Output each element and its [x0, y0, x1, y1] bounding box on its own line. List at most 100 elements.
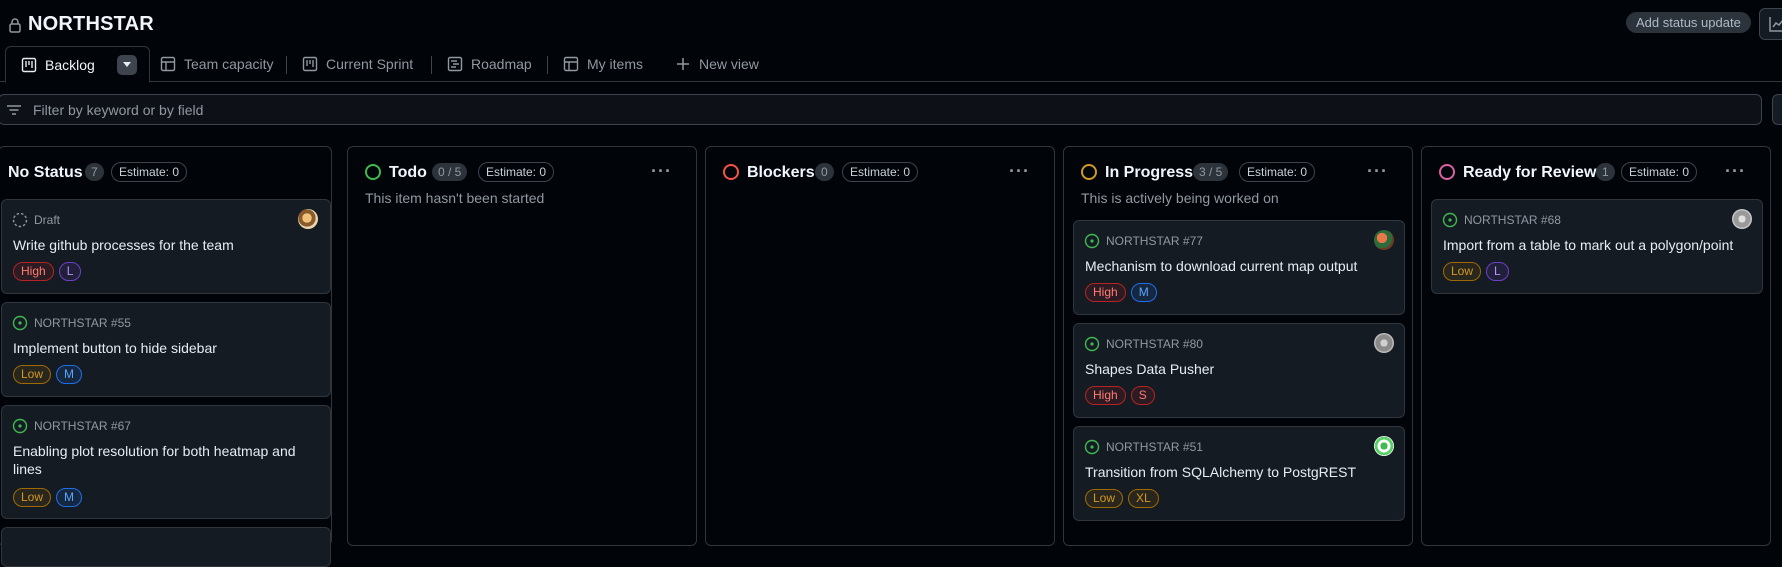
card[interactable]: NORTHSTAR #77 Mechanism to download curr… — [1073, 220, 1405, 315]
board-icon — [302, 56, 318, 72]
column-count: 0 — [815, 163, 834, 181]
assignee-avatar[interactable] — [1374, 436, 1394, 456]
card-title[interactable]: Implement button to hide sidebar — [13, 339, 217, 357]
column-menu-button[interactable]: ··· — [651, 161, 672, 182]
card-tags: Low M — [13, 365, 83, 384]
size-label[interactable]: XL — [1128, 489, 1159, 508]
column-description: This item hasn't been started — [365, 190, 545, 206]
plus-icon — [677, 58, 689, 70]
card-title[interactable]: Write github processes for the team — [13, 236, 234, 254]
column-no-status: No Status 7 Estimate: 0 Draft Write gith… — [0, 146, 332, 567]
card-title[interactable]: Import from a table to mark out a polygo… — [1443, 236, 1733, 254]
priority-label[interactable]: High — [13, 262, 54, 281]
card[interactable]: NORTHSTAR #68 Import from a table to mar… — [1431, 199, 1763, 294]
size-label[interactable]: M — [56, 488, 83, 507]
card[interactable]: NORTHSTAR #80 Shapes Data Pusher High S — [1073, 323, 1405, 418]
draft-icon — [12, 212, 28, 228]
column-estimate: Estimate: 0 — [478, 162, 555, 182]
roadmap-icon — [447, 56, 463, 72]
card-meta-text: NORTHSTAR #68 — [1464, 213, 1561, 227]
filter-input[interactable]: Filter by keyword or by field — [0, 94, 1762, 125]
card-title[interactable]: Mechanism to download current map output — [1085, 257, 1357, 275]
open-issue-icon — [12, 315, 28, 331]
card[interactable]: NORTHSTAR #51 Transition from SQLAlchemy… — [1073, 426, 1405, 521]
priority-label[interactable]: High — [1085, 283, 1126, 302]
priority-label[interactable]: Low — [13, 488, 52, 507]
column-estimate: Estimate: 0 — [1239, 162, 1316, 182]
size-label[interactable]: S — [1130, 386, 1155, 405]
assignee-avatar[interactable] — [1374, 230, 1394, 250]
tab-label: Backlog — [45, 56, 95, 73]
column-estimate: Estimate: 0 — [1621, 162, 1698, 182]
card[interactable]: NORTHSTAR #55 Implement button to hide s… — [1, 302, 331, 397]
assignee-avatar[interactable] — [1374, 333, 1394, 353]
card-meta: NORTHSTAR #55 — [12, 315, 131, 331]
card-title[interactable]: Shapes Data Pusher — [1085, 360, 1214, 378]
card-meta-text: Draft — [34, 213, 61, 227]
tab-backlog[interactable]: Backlog — [5, 46, 150, 83]
tab-divider — [431, 56, 432, 74]
priority-label[interactable]: Low — [13, 365, 52, 384]
card-tags: High L — [13, 262, 82, 281]
filter-options-button[interactable] — [1772, 94, 1782, 125]
column-title: Todo — [389, 164, 427, 181]
priority-label[interactable]: High — [1085, 386, 1126, 405]
insights-button[interactable] — [1759, 8, 1782, 40]
size-label[interactable]: M — [56, 365, 83, 384]
column-menu-button[interactable]: ··· — [1367, 161, 1388, 182]
new-view-button[interactable]: New view — [675, 46, 759, 82]
board-icon — [21, 57, 37, 72]
add-status-update-button[interactable]: Add status update — [1626, 12, 1751, 33]
card-meta: NORTHSTAR #80 — [1084, 336, 1203, 352]
status-circle-icon — [365, 164, 381, 180]
card[interactable]: NORTHSTAR #67 Enabling plot resolution f… — [1, 405, 331, 519]
card-meta-text: NORTHSTAR #67 — [34, 419, 131, 433]
tab-current-sprint[interactable]: Current Sprint — [302, 46, 413, 82]
card-meta: NORTHSTAR #68 — [1442, 212, 1561, 228]
tab-my-items[interactable]: My items — [563, 46, 643, 82]
assignee-avatar[interactable] — [1732, 209, 1752, 229]
tab-options-button[interactable] — [116, 54, 137, 75]
table-icon — [563, 56, 579, 72]
size-label[interactable]: L — [1486, 262, 1509, 281]
tab-divider — [547, 56, 548, 74]
top-bar: NORTHSTAR Add status update — [0, 0, 1782, 46]
column-estimate: Estimate: 0 — [842, 162, 919, 182]
tab-label: My items — [587, 56, 643, 72]
assignee-avatar[interactable] — [298, 209, 318, 229]
card-meta: NORTHSTAR #51 — [1084, 439, 1203, 455]
tab-roadmap[interactable]: Roadmap — [447, 46, 532, 82]
card-tags: High S — [1085, 386, 1155, 405]
column-count: 7 — [85, 163, 104, 181]
tab-team-capacity[interactable]: Team capacity — [160, 46, 273, 82]
tab-divider — [286, 56, 287, 74]
tab-label: Roadmap — [471, 56, 532, 72]
priority-label[interactable]: Low — [1443, 262, 1482, 281]
column-menu-button[interactable]: ··· — [1009, 161, 1030, 182]
filter-icon — [7, 104, 21, 115]
card-title[interactable]: Transition from SQLAlchemy to PostgREST — [1085, 463, 1356, 481]
column-title: Ready for Review — [1463, 164, 1597, 181]
open-issue-icon — [1084, 439, 1100, 455]
card[interactable] — [1, 527, 331, 567]
card-meta-text: NORTHSTAR #51 — [1106, 440, 1203, 454]
column-title: No Status — [8, 164, 83, 181]
card-title[interactable]: Enabling plot resolution for both heatma… — [13, 442, 313, 478]
column-count: 3 / 5 — [1193, 163, 1229, 181]
table-icon — [160, 56, 176, 72]
column-menu-button[interactable]: ··· — [1725, 161, 1746, 182]
card-tags: Low L — [1443, 262, 1509, 281]
card-tags: High M — [1085, 283, 1157, 302]
card-meta-text: NORTHSTAR #80 — [1106, 337, 1203, 351]
size-label[interactable]: M — [1130, 283, 1157, 302]
open-issue-icon — [1442, 212, 1458, 228]
priority-label[interactable]: Low — [1085, 489, 1124, 508]
card[interactable]: Draft Write github processes for the tea… — [1, 199, 331, 294]
open-issue-icon — [1084, 233, 1100, 249]
view-tabs: Backlog Team capacity Current Sprint Roa… — [0, 46, 1782, 83]
column-in-progress: In Progress 3 / 5 Estimate: 0 ··· This i… — [1063, 146, 1413, 546]
size-label[interactable]: L — [58, 262, 82, 281]
tab-label: New view — [699, 56, 759, 72]
card-tags: Low XL — [1085, 489, 1159, 508]
card-meta: NORTHSTAR #67 — [12, 418, 131, 434]
